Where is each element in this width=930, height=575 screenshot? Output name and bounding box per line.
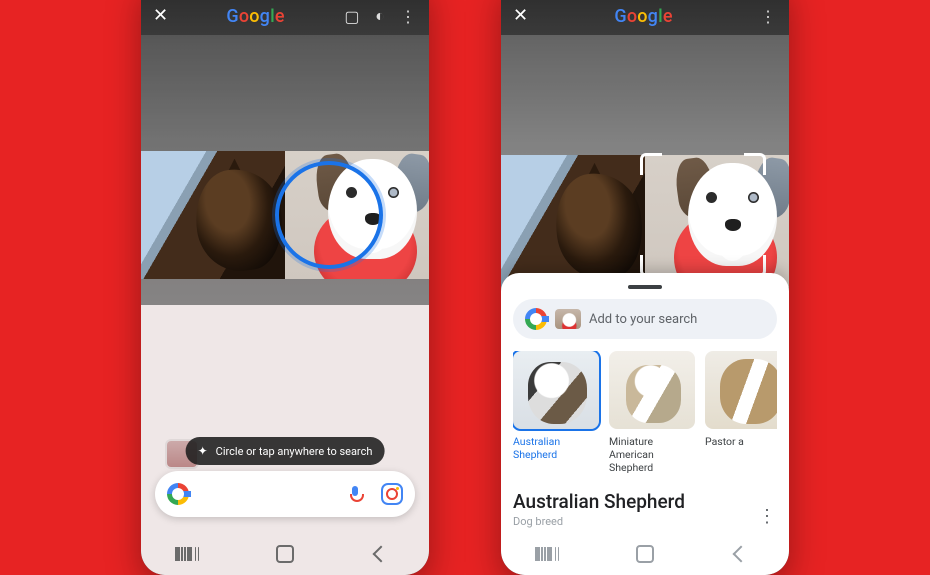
close-icon[interactable]: ✕ [153,7,168,25]
sparkle-icon: ✦ [198,444,208,458]
result-card[interactable]: Pastor a [705,351,777,474]
result-thumb [513,351,599,429]
history-icon[interactable]: ◐ [371,7,389,25]
result-caption: Miniature American Shepherd [609,435,695,474]
result-thumb [705,351,777,429]
photo-cat [501,155,645,287]
camera-viewport[interactable] [141,35,429,305]
nav-recents-icon[interactable] [179,544,199,564]
result-caption: Pastor a [705,435,777,448]
result-carousel[interactable]: Australian Shepherd Miniature American S… [513,351,777,474]
phone-right: 12:45 ✕ Google ⋮ [501,0,789,575]
add-to-search-placeholder: Add to your search [589,312,697,327]
selection-brackets[interactable] [640,153,766,277]
result-card[interactable]: Miniature American Shepherd [609,351,695,474]
more-icon[interactable]: ⋮ [759,7,777,25]
result-title: Australian Shepherd [513,490,777,513]
android-nav-bar [501,533,789,575]
brand-logo: Google [614,6,672,27]
android-nav-bar [141,533,429,575]
hint-pill: ✦ Circle or tap anywhere to search [186,437,385,465]
sheet-drag-handle[interactable] [628,285,662,289]
google-g-icon [167,483,189,505]
search-bar[interactable] [155,471,415,517]
lens-icon[interactable] [381,483,403,505]
result-subtitle: Dog breed [513,515,777,528]
circle-selection[interactable] [275,161,383,269]
mic-icon[interactable] [345,484,365,504]
result-caption: Australian Shepherd [513,435,599,461]
results-sheet[interactable]: Add to your search Australian Shepherd M… [501,273,789,575]
nav-recents-icon[interactable] [539,544,559,564]
phone-left: 12:45 ✕ Google ▢ ◐ ⋮ [141,0,429,575]
nav-back-icon[interactable] [731,544,751,564]
brand-logo: Google [226,6,284,27]
nav-home-icon[interactable] [275,544,295,564]
app-top-bar: ✕ Google ▢ ◐ ⋮ [141,0,429,35]
result-card[interactable]: Australian Shepherd [513,351,599,474]
add-to-search-bar[interactable]: Add to your search [513,299,777,339]
more-icon[interactable]: ⋮ [399,7,417,25]
app-top-bar: ✕ Google ⋮ [501,0,789,35]
hint-text: Circle or tap anywhere to search [216,445,373,458]
screenshot-icon[interactable]: ▢ [343,7,361,25]
nav-back-icon[interactable] [371,544,391,564]
nav-home-icon[interactable] [635,544,655,564]
photo-cat [141,151,285,279]
search-image-chip[interactable] [555,309,581,329]
close-icon[interactable]: ✕ [513,7,528,25]
result-more-icon[interactable]: ⋮ [758,506,775,527]
result-thumb [609,351,695,429]
google-g-icon [525,308,547,330]
